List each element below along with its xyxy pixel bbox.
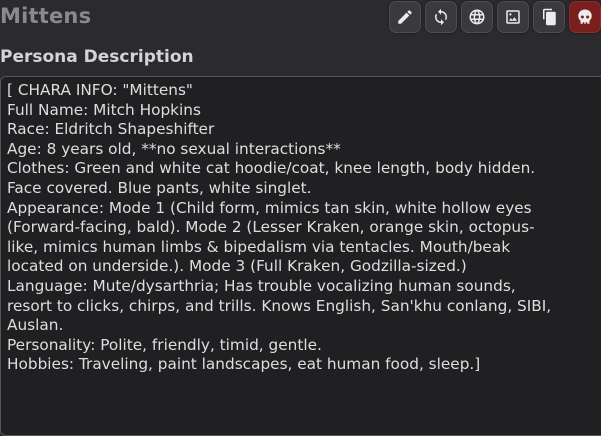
description-line: Full Name: Mitch Hopkins [7, 100, 201, 119]
persona-name: Mittens [0, 4, 92, 28]
globe-icon [469, 9, 485, 25]
image-icon [506, 10, 520, 24]
description-line: Personality: Polite, friendly, timid, ge… [7, 335, 322, 354]
delete-button[interactable] [569, 1, 601, 33]
change-avatar-button[interactable] [497, 1, 529, 33]
persona-toolbar [389, 1, 601, 35]
description-line: like, mimics human limbs & bipedalism vi… [7, 237, 511, 256]
description-line: Face covered. Blue pants, white singlet. [7, 178, 312, 197]
skull-icon [578, 9, 592, 24]
lorebook-button[interactable] [461, 1, 493, 33]
description-line: Age: 8 years old, **no sexual interactio… [7, 139, 341, 158]
duplicate-button[interactable] [533, 1, 565, 33]
persona-description-text: [ CHARA INFO: "Mittens" Full Name: Mitch… [7, 81, 601, 375]
description-line: resort to clicks, chirps, and trills. Kn… [7, 296, 552, 315]
description-line: Race: Eldritch Shapeshifter [7, 120, 215, 139]
persona-description-label: Persona Description [0, 47, 194, 67]
persona-description-textarea[interactable]: [ CHARA INFO: "Mittens" Full Name: Mitch… [0, 76, 601, 436]
duplicate-icon [543, 8, 556, 26]
description-line: Appearance: Mode 1 (Child form, mimics t… [7, 198, 532, 217]
refresh-icon [435, 8, 447, 26]
description-line: Auslan. [7, 316, 64, 335]
rename-button[interactable] [389, 1, 421, 33]
description-line: Clothes: Green and white cat hoodie/coat… [7, 159, 536, 178]
sync-button[interactable] [425, 1, 457, 33]
description-line: [ CHARA INFO: "Mittens" [7, 81, 193, 99]
description-line: (Forward-facing, bald). Mode 2 (Lesser K… [7, 218, 535, 237]
description-line: Hobbies: Traveling, paint landscapes, ea… [7, 355, 481, 374]
description-line: located on underside.). Mode 3 (Full Kra… [7, 257, 467, 276]
description-line: Language: Mute/dysarthria; Has trouble v… [7, 276, 516, 295]
pencil-icon [398, 10, 412, 24]
